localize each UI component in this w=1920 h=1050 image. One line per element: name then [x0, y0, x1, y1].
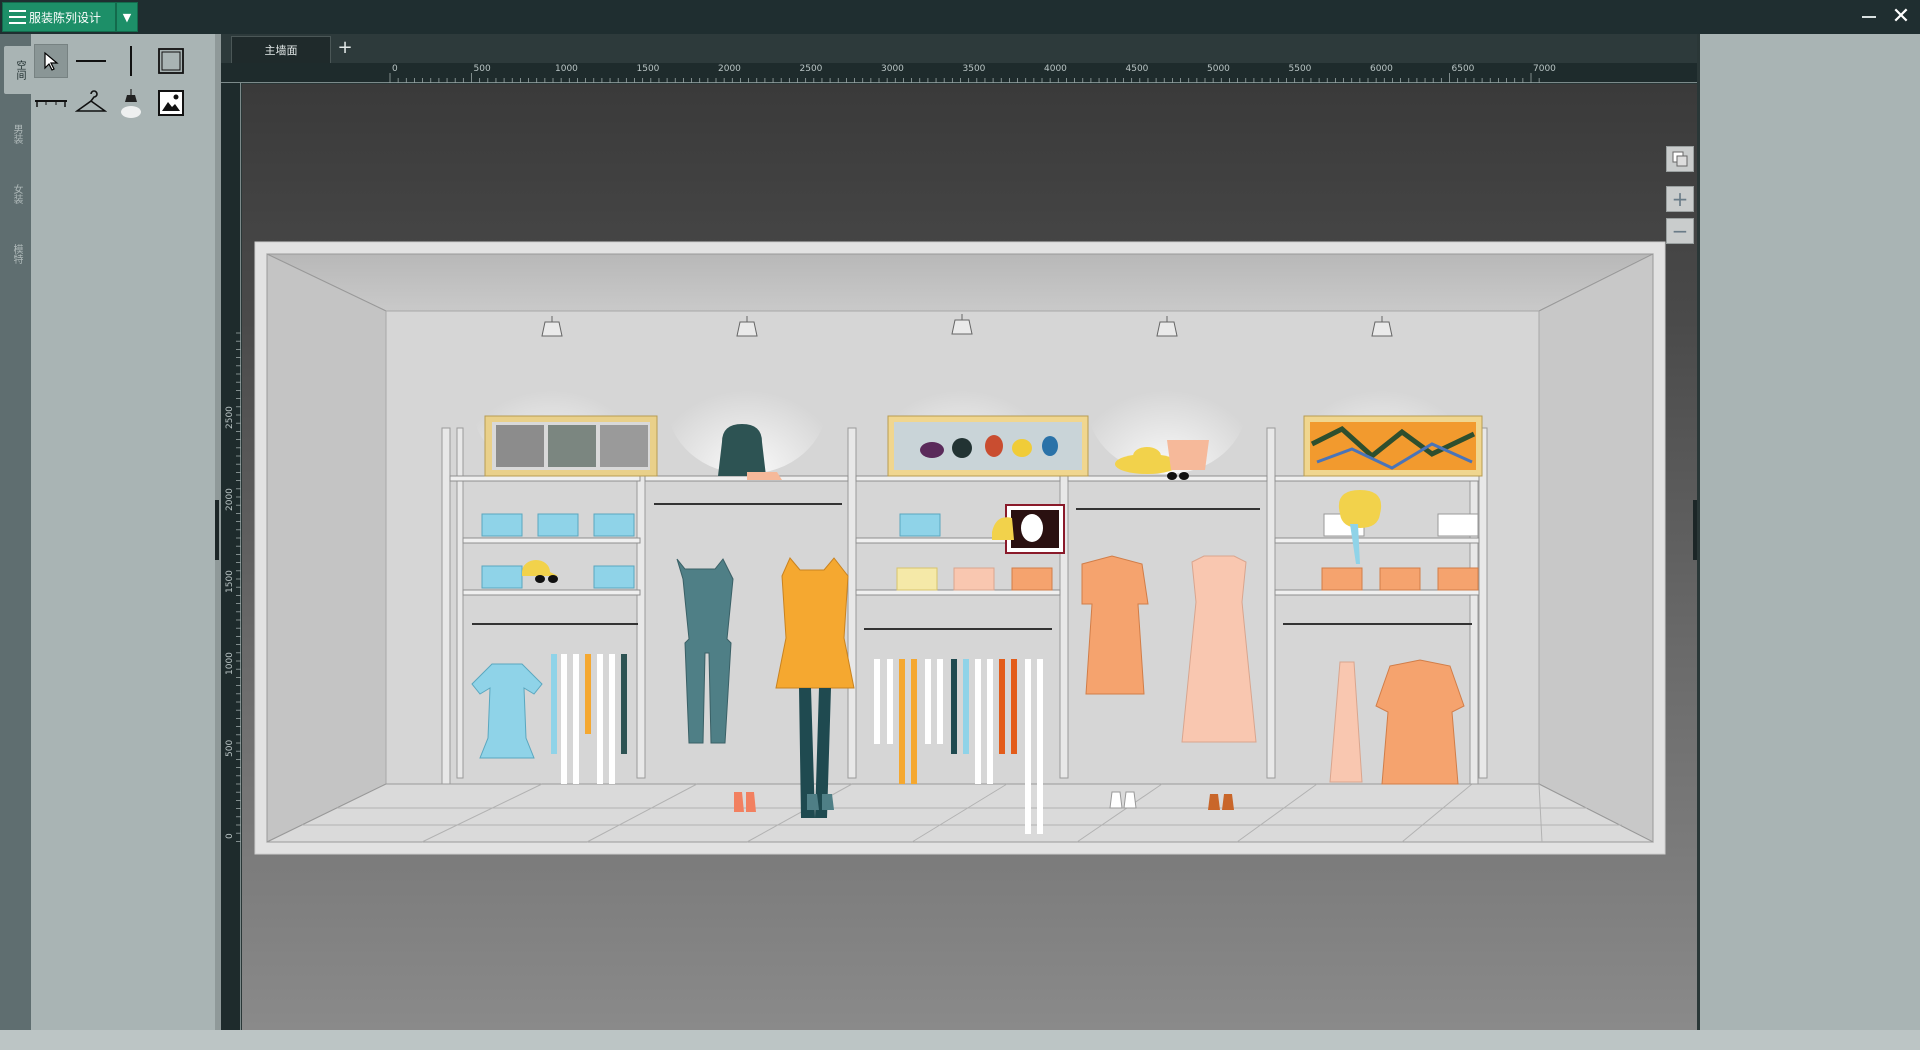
ruler-h-label: 500 — [473, 64, 491, 74]
minus-icon: − — [1671, 219, 1689, 243]
framed-picture-abstract — [1303, 415, 1483, 477]
ceiling — [266, 253, 1654, 312]
canvas-area: 主墙面 + 0 500 1000 1500 2000 2500 3000 3500 4000 45… — [221, 34, 1697, 1030]
left-wall — [266, 253, 387, 843]
cursor-icon — [44, 51, 59, 71]
hanger-icon — [75, 90, 107, 112]
title-bar: 服装陈列设计 ▼ ✕ — [0, 0, 1920, 34]
vertical-line-icon — [130, 46, 132, 76]
tab-womenswear[interactable]: 女装 — [4, 170, 28, 218]
right-wall — [1538, 253, 1654, 843]
ruler-h-label: 1000 — [555, 64, 578, 74]
tab-mannequin[interactable]: 模特 — [4, 230, 28, 278]
vertical-line-tool[interactable] — [114, 44, 148, 78]
tool-panel — [31, 34, 215, 1030]
ruler-h-label: 7000 — [1533, 64, 1556, 74]
zoom-out-button[interactable]: − — [1666, 218, 1694, 244]
app-window: 服装陈列设计 ▼ ✕ 空间 男装 女装 模特 主墙面 + 0 500 1000 … — [0, 0, 1920, 1050]
properties-panel — [1697, 34, 1920, 1030]
framed-picture-vases — [887, 415, 1089, 477]
rail-tool[interactable] — [34, 86, 68, 120]
tab-main-wall-label: 主墙面 — [264, 44, 298, 57]
ruler-v-label: 1000 — [225, 652, 235, 675]
wall-tab-bar: 主墙面 + — [221, 34, 1697, 63]
ruler-v-label: 2000 — [225, 488, 235, 511]
tab-space[interactable]: 空间 — [4, 46, 31, 94]
app-menu-button[interactable]: 服装陈列设计 — [2, 2, 116, 32]
close-icon: ✕ — [1891, 4, 1911, 29]
ruler-v-label: 2500 — [225, 406, 235, 429]
copy-view-button[interactable] — [1666, 146, 1694, 172]
ruler-h-label: 4000 — [1044, 64, 1067, 74]
ruler-h-label: 2000 — [718, 64, 741, 74]
ruler-h-label: 5000 — [1207, 64, 1230, 74]
status-bar — [0, 1030, 1920, 1050]
horizontal-ruler-ticks — [389, 73, 1540, 83]
category-tabs: 空间 男装 女装 模特 — [0, 34, 31, 1030]
rectangle-icon — [158, 48, 184, 74]
copy-icon — [1672, 151, 1688, 167]
horizontal-line-icon — [76, 60, 106, 62]
caret-down-icon: ▼ — [122, 10, 132, 24]
minimize-button[interactable] — [1856, 4, 1882, 30]
ruler-v-label: 1500 — [225, 570, 235, 593]
ruler-h-label: 6000 — [1370, 64, 1393, 74]
ruler-h-label: 6500 — [1451, 64, 1475, 74]
app-title: 服装陈列设计 — [29, 10, 102, 25]
framed-picture-small — [1005, 504, 1065, 554]
ruler-h-label: 3000 — [881, 64, 904, 74]
spotlight-tool[interactable] — [114, 86, 148, 120]
rectangle-tool[interactable] — [154, 44, 188, 78]
image-tool[interactable] — [154, 86, 188, 120]
image-icon — [158, 90, 184, 116]
close-button[interactable]: ✕ — [1888, 4, 1914, 30]
zoom-in-button[interactable]: + — [1666, 186, 1694, 212]
vertical-ruler-ticks — [236, 332, 241, 842]
select-tool[interactable] — [34, 44, 68, 78]
hanger-tool[interactable] — [74, 86, 108, 120]
ruler-h-label: 1500 — [636, 64, 660, 74]
framed-picture-birds — [484, 415, 658, 477]
design-stage[interactable]: + − — [242, 84, 1697, 1030]
ruler-v-label: 0 — [225, 833, 235, 839]
ruler-h-label: 3500 — [962, 64, 986, 74]
dropdown-button[interactable]: ▼ — [116, 2, 138, 32]
plus-icon: + — [1671, 187, 1689, 211]
tab-main-wall[interactable]: 主墙面 — [231, 36, 331, 63]
ruler-h-label: 2500 — [799, 64, 823, 74]
rail-icon — [35, 100, 67, 107]
minimize-icon — [1862, 16, 1876, 18]
room-drawing[interactable] — [242, 84, 1697, 1030]
ruler-h-label: 4500 — [1125, 64, 1149, 74]
ruler-v-label: 500 — [225, 739, 235, 757]
horizontal-ruler: 0 500 1000 1500 2000 2500 3000 3500 4000 4500 5000… — [221, 63, 1697, 83]
ruler-h-label: 0 — [392, 64, 398, 74]
left-splitter-handle[interactable] — [215, 500, 219, 560]
spotlight-icon — [121, 89, 141, 118]
vertical-ruler: 2500 2000 1500 1000 500 0 — [221, 83, 241, 1030]
tab-menswear[interactable]: 男装 — [4, 110, 28, 158]
hamburger-icon — [3, 2, 26, 32]
add-tab-button[interactable]: + — [335, 38, 355, 58]
horizontal-line-tool[interactable] — [74, 44, 108, 78]
ruler-h-label: 5500 — [1288, 64, 1312, 74]
